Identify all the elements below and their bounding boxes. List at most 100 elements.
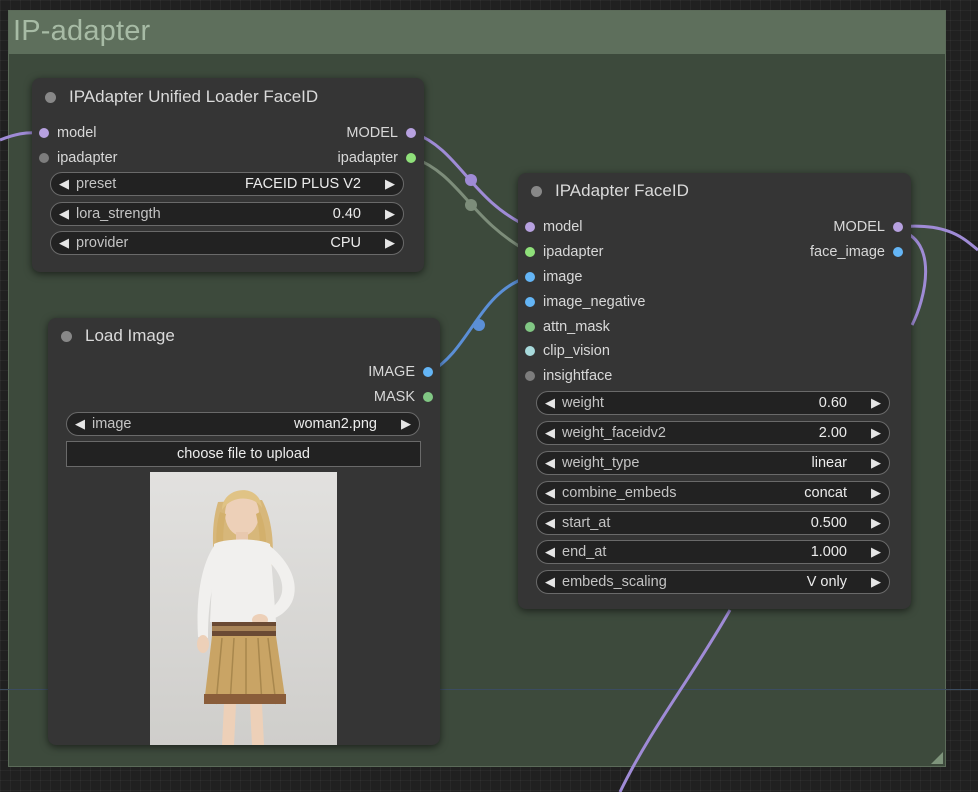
increment-arrow-icon[interactable]: ▶ bbox=[871, 485, 881, 501]
widget-embeds-scaling[interactable]: ◀ embeds_scaling V only ▶ bbox=[536, 570, 890, 594]
widget-value: V only bbox=[806, 574, 847, 590]
widget-lora-strength[interactable]: ◀ lora_strength 0.40 ▶ bbox=[50, 202, 404, 226]
collapse-dot-icon[interactable] bbox=[531, 186, 542, 197]
increment-arrow-icon[interactable]: ▶ bbox=[871, 395, 881, 411]
output-slot-model[interactable]: MODEL bbox=[833, 217, 903, 237]
widget-weight-type[interactable]: ◀ weight_type linear ▶ bbox=[536, 451, 890, 475]
increment-arrow-icon[interactable]: ▶ bbox=[385, 206, 395, 222]
slot-dot-icon[interactable] bbox=[406, 128, 416, 138]
slot-label: ipadapter bbox=[337, 150, 398, 166]
node-header[interactable]: IPAdapter Unified Loader FaceID bbox=[32, 78, 424, 114]
slot-label: ipadapter bbox=[57, 150, 118, 166]
decrement-arrow-icon[interactable]: ◀ bbox=[59, 176, 69, 192]
slot-dot-icon[interactable] bbox=[525, 346, 535, 356]
node-header[interactable]: Load Image bbox=[48, 318, 440, 354]
decrement-arrow-icon[interactable]: ◀ bbox=[59, 206, 69, 222]
upload-button[interactable]: choose file to upload bbox=[66, 441, 421, 467]
widget-end-at[interactable]: ◀ end_at 1.000 ▶ bbox=[536, 540, 890, 564]
slot-dot-icon[interactable] bbox=[525, 222, 535, 232]
decrement-arrow-icon[interactable]: ◀ bbox=[545, 574, 555, 590]
node-title: IPAdapter Unified Loader FaceID bbox=[69, 87, 319, 106]
input-slot-image-negative[interactable]: image_negative bbox=[525, 292, 645, 312]
increment-arrow-icon[interactable]: ▶ bbox=[871, 515, 881, 531]
group-resize-handle[interactable] bbox=[931, 752, 943, 764]
slot-label: IMAGE bbox=[368, 364, 415, 380]
input-slot-clip-vision[interactable]: clip_vision bbox=[525, 341, 610, 361]
output-slot-mask[interactable]: MASK bbox=[374, 387, 433, 407]
input-slot-attn-mask[interactable]: attn_mask bbox=[525, 317, 610, 337]
slot-dot-icon[interactable] bbox=[39, 153, 49, 163]
input-slot-model[interactable]: model bbox=[525, 217, 583, 237]
decrement-arrow-icon[interactable]: ◀ bbox=[59, 235, 69, 251]
increment-arrow-icon[interactable]: ▶ bbox=[401, 416, 411, 432]
decrement-arrow-icon[interactable]: ◀ bbox=[545, 395, 555, 411]
widget-label: start_at bbox=[562, 515, 611, 531]
group-header[interactable]: IP-adapter bbox=[9, 11, 945, 54]
slot-label: MODEL bbox=[833, 219, 885, 235]
widget-label: end_at bbox=[562, 544, 607, 560]
slot-dot-icon[interactable] bbox=[893, 247, 903, 257]
image-preview bbox=[150, 472, 337, 745]
widget-value: concat bbox=[804, 485, 847, 501]
widget-label: lora_strength bbox=[76, 206, 161, 222]
node-load-image[interactable]: Load Image IMAGE MASK ◀ image woman2.png… bbox=[48, 318, 440, 745]
widget-label: provider bbox=[76, 235, 129, 251]
slot-dot-icon[interactable] bbox=[39, 128, 49, 138]
decrement-arrow-icon[interactable]: ◀ bbox=[545, 485, 555, 501]
input-slot-ipadapter[interactable]: ipadapter bbox=[525, 242, 603, 262]
increment-arrow-icon[interactable]: ▶ bbox=[871, 544, 881, 560]
increment-arrow-icon[interactable]: ▶ bbox=[385, 176, 395, 192]
widget-value: 2.00 bbox=[818, 425, 847, 441]
node-ipadapter-faceid[interactable]: IPAdapter FaceID model ipadapter image i… bbox=[518, 173, 911, 609]
slot-dot-icon[interactable] bbox=[893, 222, 903, 232]
input-slot-ipadapter[interactable]: ipadapter bbox=[39, 148, 117, 168]
output-slot-ipadapter[interactable]: ipadapter bbox=[338, 148, 416, 168]
decrement-arrow-icon[interactable]: ◀ bbox=[545, 455, 555, 471]
widget-label: image bbox=[92, 416, 132, 432]
widget-weight-faceidv2[interactable]: ◀ weight_faceidv2 2.00 ▶ bbox=[536, 421, 890, 445]
widget-label: preset bbox=[76, 176, 117, 192]
slot-dot-icon[interactable] bbox=[525, 297, 535, 307]
slot-label: attn_mask bbox=[543, 319, 610, 335]
collapse-dot-icon[interactable] bbox=[61, 331, 72, 342]
increment-arrow-icon[interactable]: ▶ bbox=[871, 455, 881, 471]
output-slot-model[interactable]: MODEL bbox=[346, 123, 416, 143]
widget-preset[interactable]: ◀ preset FACEID PLUS V2 ▶ bbox=[50, 172, 404, 196]
decrement-arrow-icon[interactable]: ◀ bbox=[545, 544, 555, 560]
increment-arrow-icon[interactable]: ▶ bbox=[871, 425, 881, 441]
output-slot-image[interactable]: IMAGE bbox=[368, 362, 433, 382]
widget-label: weight bbox=[562, 395, 604, 411]
widget-image-select[interactable]: ◀ image woman2.png ▶ bbox=[66, 412, 420, 436]
slot-dot-icon[interactable] bbox=[525, 322, 535, 332]
slot-dot-icon[interactable] bbox=[423, 392, 433, 402]
slot-label: clip_vision bbox=[543, 343, 610, 359]
widget-provider[interactable]: ◀ provider CPU ▶ bbox=[50, 231, 404, 255]
input-slot-model[interactable]: model bbox=[39, 123, 97, 143]
widget-value: FACEID PLUS V2 bbox=[244, 176, 361, 192]
widget-label: combine_embeds bbox=[562, 485, 677, 501]
input-slot-insightface[interactable]: insightface bbox=[525, 366, 612, 386]
node-header[interactable]: IPAdapter FaceID bbox=[518, 173, 911, 209]
output-slot-face-image[interactable]: face_image bbox=[810, 242, 903, 262]
slot-dot-icon[interactable] bbox=[406, 153, 416, 163]
widget-start-at[interactable]: ◀ start_at 0.500 ▶ bbox=[536, 511, 890, 535]
slot-label: model bbox=[543, 219, 583, 235]
decrement-arrow-icon[interactable]: ◀ bbox=[545, 425, 555, 441]
slot-dot-icon[interactable] bbox=[423, 367, 433, 377]
slot-dot-icon[interactable] bbox=[525, 371, 535, 381]
decrement-arrow-icon[interactable]: ◀ bbox=[545, 515, 555, 531]
slot-dot-icon[interactable] bbox=[525, 272, 535, 282]
widget-combine-embeds[interactable]: ◀ combine_embeds concat ▶ bbox=[536, 481, 890, 505]
slot-dot-icon[interactable] bbox=[525, 247, 535, 257]
input-slot-image[interactable]: image bbox=[525, 267, 583, 287]
increment-arrow-icon[interactable]: ▶ bbox=[385, 235, 395, 251]
woman-portrait-icon bbox=[150, 472, 337, 745]
collapse-dot-icon[interactable] bbox=[45, 92, 56, 103]
widget-weight[interactable]: ◀ weight 0.60 ▶ bbox=[536, 391, 890, 415]
node-ipadapter-unified-loader-faceid[interactable]: IPAdapter Unified Loader FaceID model ip… bbox=[32, 78, 424, 272]
group-title: IP-adapter bbox=[13, 15, 151, 47]
increment-arrow-icon[interactable]: ▶ bbox=[871, 574, 881, 590]
widget-value: 0.500 bbox=[810, 515, 847, 531]
slot-label: model bbox=[57, 125, 97, 141]
decrement-arrow-icon[interactable]: ◀ bbox=[75, 416, 85, 432]
